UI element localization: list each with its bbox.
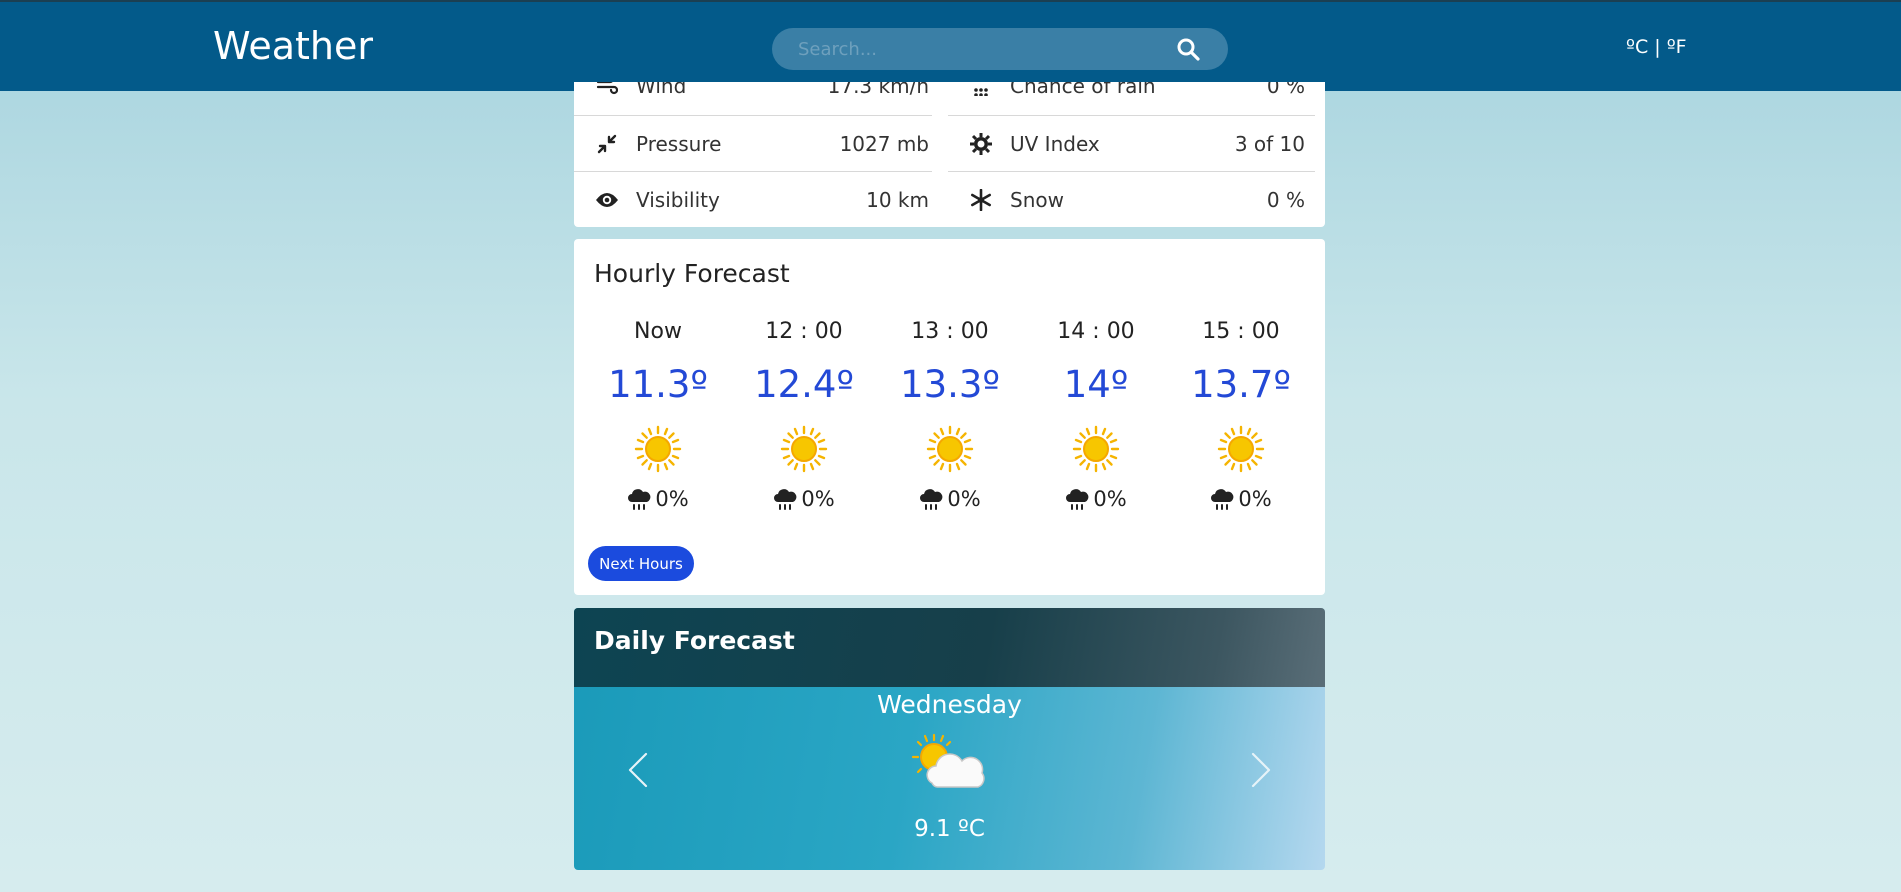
detail-row-snow: Snow 0 % — [948, 172, 1325, 227]
top-navbar: Weather ºC | ºF — [0, 0, 1901, 91]
detail-row-uv-index: UV Index 3 of 10 — [948, 116, 1325, 172]
detail-value: 10 km — [866, 188, 929, 212]
detail-value: 1027 mb — [839, 132, 929, 156]
hour-time: 12 : 00 — [765, 319, 843, 344]
hour-temp: 13.3º — [900, 363, 1000, 406]
detail-row-visibility: Visibility 10 km — [574, 172, 949, 227]
rain-chance: 0% — [655, 487, 689, 511]
hourly-forecast-card: Hourly Forecast Now 11.3º 0% 12 : 00 12.… — [574, 239, 1325, 595]
hour-temp: 12.4º — [754, 363, 854, 406]
hour-rain: 0% — [744, 487, 864, 511]
sun-icon — [780, 425, 828, 473]
hourly-item: 13 : 00 13.3º 0% — [890, 319, 1010, 511]
detail-label: Chance of rain — [1010, 82, 1156, 98]
detail-value: 3 of 10 — [1234, 132, 1305, 156]
detail-label: Visibility — [636, 188, 720, 212]
sun-icon — [634, 425, 682, 473]
rain-chance: 0% — [801, 487, 835, 511]
compress-icon — [592, 132, 622, 156]
search-input[interactable] — [798, 28, 1158, 70]
search-icon[interactable] — [1176, 37, 1200, 61]
weather-details-card: Wind 17.3 km/h Chance of rain 0 % Pressu… — [574, 82, 1325, 227]
sun-icon — [926, 425, 974, 473]
day-name: Wednesday — [877, 690, 1022, 719]
sun-icon — [1217, 425, 1265, 473]
detail-label: Pressure — [636, 132, 722, 156]
hour-rain: 0% — [890, 487, 1010, 511]
rain-chance: 0% — [947, 487, 981, 511]
detail-value: 0 % — [1266, 82, 1305, 98]
wind-icon — [592, 82, 622, 98]
sun-icon — [1072, 425, 1120, 473]
detail-value: 17.3 km/h — [827, 82, 929, 98]
eye-icon — [592, 188, 622, 212]
snowflake-icon — [966, 188, 996, 212]
daily-forecast-card: Daily Forecast Wednesday 9.1 ºC — [574, 608, 1325, 870]
hour-rain: 0% — [1036, 487, 1156, 511]
hour-temp: 13.7º — [1191, 363, 1291, 406]
rain-cloud-icon — [774, 489, 797, 510]
hourly-item: 12 : 00 12.4º 0% — [744, 319, 864, 511]
unit-toggle[interactable]: ºC | ºF — [1626, 36, 1687, 58]
detail-row-chance-of-rain: Chance of rain 0 % — [948, 82, 1325, 114]
hour-rain: 0% — [1181, 487, 1301, 511]
rain-cloud-icon — [920, 489, 943, 510]
hour-time: 14 : 00 — [1057, 319, 1135, 344]
rain-chance-icon — [966, 82, 996, 98]
hour-time: 15 : 00 — [1202, 319, 1280, 344]
hourly-item: 14 : 00 14º 0% — [1036, 319, 1156, 511]
detail-row-pressure: Pressure 1027 mb — [574, 116, 949, 172]
hour-time: Now — [634, 319, 682, 344]
partly-cloudy-icon — [911, 733, 985, 788]
detail-label: UV Index — [1010, 132, 1100, 156]
hourly-item: Now 11.3º 0% — [598, 319, 718, 511]
previous-day-arrow[interactable] — [626, 750, 650, 790]
hour-time: 13 : 00 — [911, 319, 989, 344]
sun-gear-icon — [966, 132, 996, 156]
hour-temp: 11.3º — [608, 363, 708, 406]
daily-forecast-header: Daily Forecast — [574, 608, 1325, 687]
hour-rain: 0% — [598, 487, 718, 511]
rain-chance: 0% — [1093, 487, 1127, 511]
detail-label: Snow — [1010, 188, 1064, 212]
rain-cloud-icon — [1211, 489, 1234, 510]
rain-cloud-icon — [628, 489, 651, 510]
detail-row-wind: Wind 17.3 km/h — [574, 82, 949, 114]
rain-chance: 0% — [1238, 487, 1272, 511]
rain-cloud-icon — [1066, 489, 1089, 510]
day-temperature: 9.1 ºC — [914, 816, 985, 842]
detail-value: 0 % — [1266, 188, 1305, 212]
hourly-forecast-title: Hourly Forecast — [594, 259, 790, 288]
app-title[interactable]: Weather — [213, 24, 373, 68]
hourly-item: 15 : 00 13.7º 0% — [1181, 319, 1301, 511]
hour-temp: 14º — [1063, 363, 1129, 406]
search-box — [772, 28, 1228, 70]
next-day-arrow[interactable] — [1249, 750, 1273, 790]
detail-label: Wind — [636, 82, 687, 98]
daily-forecast-title: Daily Forecast — [594, 626, 795, 655]
next-hours-button[interactable]: Next Hours — [588, 546, 694, 581]
